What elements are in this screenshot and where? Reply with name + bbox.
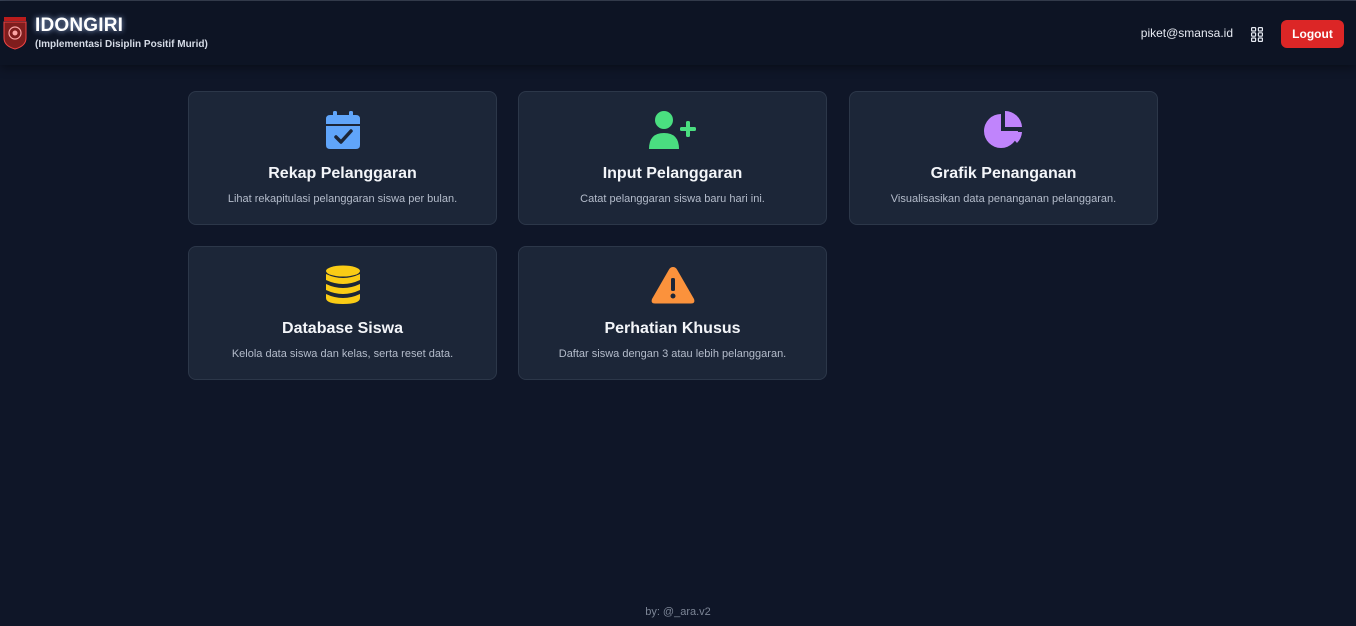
card-grafik-penanganan[interactable]: Grafik Penanganan Visualisasikan data pe… [849,91,1158,225]
card-title: Rekap Pelanggaran [268,165,417,182]
card-description: Kelola data siswa dan kelas, serta reset… [231,348,454,360]
card-rekap-pelanggaran[interactable]: Rekap Pelanggaran Lihat rekapitulasi pel… [188,91,497,225]
card-title: Perhatian Khusus [604,320,741,337]
card-title: Input Pelanggaran [602,165,743,182]
app-title: IDONGIRI [35,15,124,36]
chart-pie-icon [983,110,1025,150]
card-input-pelanggaran[interactable]: Input Pelanggaran Catat pelanggaran sisw… [518,91,827,225]
calendar-check-icon [325,110,361,150]
footer-credit: by: @_ara.v2 [645,606,711,618]
user-email: piket@smansa.id [1140,26,1233,40]
brand: IDONGIRI (Implementasi Disiplin Positif … [35,15,208,52]
card-title: Database Siswa [282,320,403,337]
card-description: Daftar siswa dengan 3 atau lebih pelangg… [558,348,787,360]
apps-grid-icon[interactable] [1251,27,1263,42]
card-title: Grafik Penanganan [930,165,1077,182]
app-header: IDONGIRI (Implementasi Disiplin Positif … [0,1,1356,65]
card-description: Lihat rekapitulasi pelanggaran siswa per… [227,193,458,205]
card-database-siswa[interactable]: Database Siswa Kelola data siswa dan kel… [188,246,497,380]
database-icon [325,265,361,305]
card-description: Catat pelanggaran siswa baru hari ini. [580,193,765,205]
app-subtitle: (Implementasi Disiplin Positif Murid) [35,39,208,50]
card-description: Visualisasikan data penanganan pelanggar… [890,193,1117,205]
warning-icon [650,265,696,305]
card-perhatian-khusus[interactable]: Perhatian Khusus Daftar siswa dengan 3 a… [518,246,827,380]
user-plus-icon [648,110,698,150]
logout-button[interactable]: Logout [1281,20,1344,48]
school-logo-icon [3,17,27,50]
